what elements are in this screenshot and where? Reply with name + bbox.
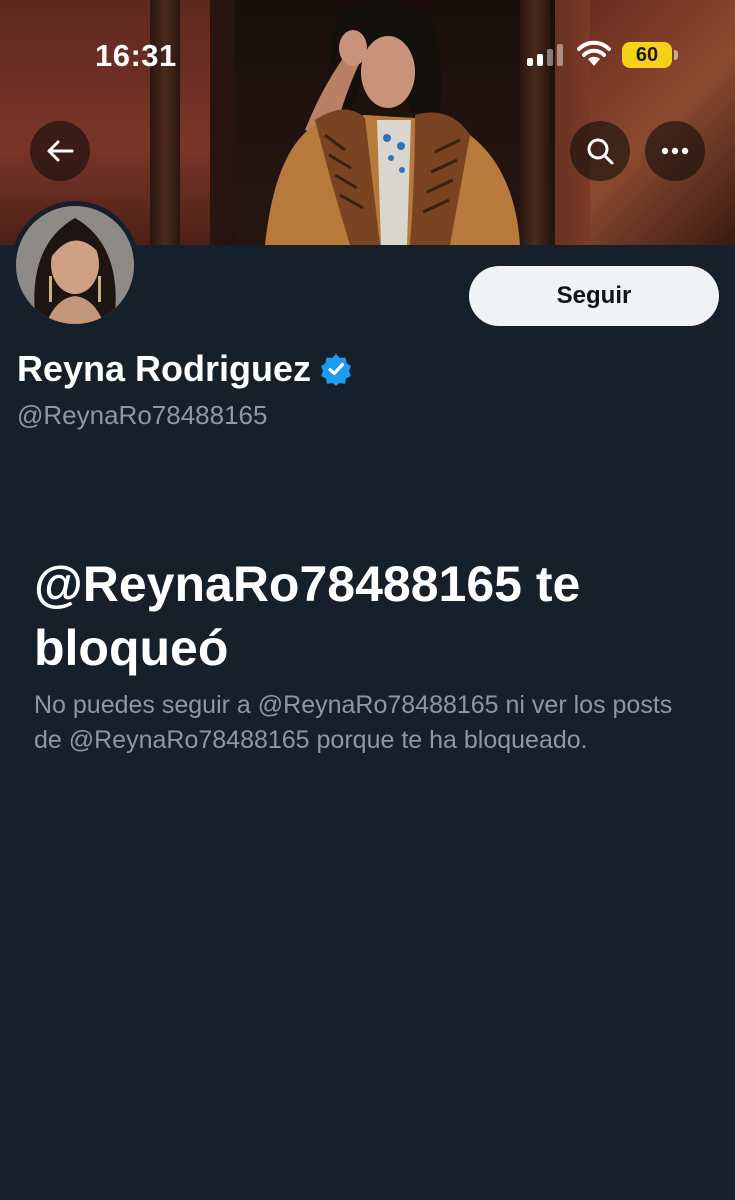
avatar-photo — [16, 206, 134, 324]
battery-nub — [674, 50, 678, 60]
avatar[interactable] — [11, 201, 139, 329]
wifi-icon — [577, 40, 611, 66]
more-horizontal-icon — [661, 147, 689, 155]
arrow-left-icon — [47, 140, 74, 162]
status-time: 16:31 — [95, 38, 177, 73]
display-name-row: Reyna Rodriguez — [17, 348, 353, 390]
battery-icon: 60 — [622, 42, 672, 68]
blocked-description: No puedes seguir a @ReynaRo78488165 ni v… — [34, 691, 673, 754]
signal-icon — [527, 44, 565, 66]
blocked-title: @ReynaRo78488165 te bloqueó — [34, 556, 581, 676]
avatar-portrait — [16, 206, 134, 324]
status-bar: 16:31 60 — [0, 0, 735, 100]
search-icon — [587, 138, 614, 165]
profile-screen: 16:31 60 Seguir Reyna Rodriguez @ReynaRo… — [0, 0, 735, 1200]
user-handle: @ReynaRo78488165 — [17, 400, 268, 430]
verified-badge-icon[interactable] — [319, 352, 353, 386]
display-name: Reyna Rodriguez — [17, 348, 312, 389]
search-button[interactable] — [570, 121, 630, 181]
more-options-button[interactable] — [645, 121, 705, 181]
back-button[interactable] — [30, 121, 90, 181]
follow-button[interactable]: Seguir — [469, 266, 719, 326]
